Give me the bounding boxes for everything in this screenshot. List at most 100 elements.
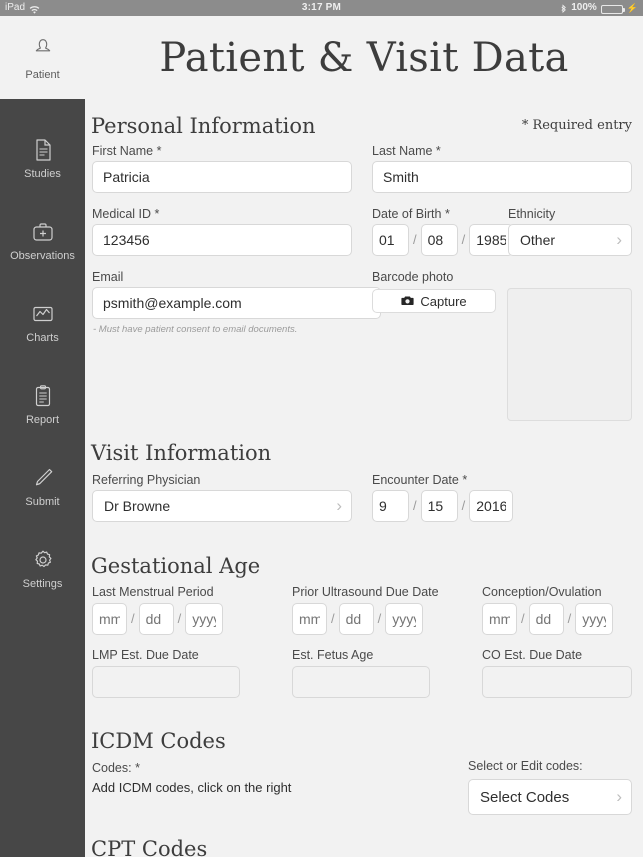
section-title-cpt-codes: CPT Codes — [91, 837, 208, 857]
chevron-right-icon: › — [616, 787, 622, 806]
sidebar-item-observations[interactable]: Observations — [0, 199, 85, 281]
sidebar-item-studies[interactable]: Studies — [0, 117, 85, 199]
ipad-screen: iPad 3:17 PM 100% ⚡ Patient Patient & Vi… — [0, 0, 643, 857]
sidebar: Studies Observations Charts Report Submi… — [0, 99, 85, 857]
prior-ultrasound-due-date-label: Prior Ultrasound Due Date — [292, 585, 439, 599]
first-name-input[interactable] — [92, 161, 352, 193]
sidebar-item-patient[interactable]: Patient — [0, 16, 85, 99]
referring-physician-label: Referring Physician — [92, 473, 201, 487]
patient-tab-label: Patient — [25, 68, 60, 81]
barcode-photo-label: Barcode photo — [372, 270, 454, 284]
battery-percent: 100% — [571, 2, 597, 13]
conception-day-input[interactable] — [528, 603, 564, 635]
prior-ultrasound-date-group: / / — [292, 603, 424, 635]
est-fetus-age-input[interactable] — [292, 666, 430, 698]
medical-bag-icon — [30, 219, 56, 245]
lmp-day-input[interactable] — [138, 603, 174, 635]
lmp-separator-1: / — [131, 611, 135, 626]
required-entry-note: * Required entry — [521, 118, 632, 133]
co-est-due-date-input[interactable] — [482, 666, 632, 698]
sidebar-item-label: Report — [25, 413, 60, 426]
sidebar-item-label: Studies — [24, 167, 61, 180]
dob-month-input[interactable] — [372, 224, 409, 256]
email-input[interactable] — [92, 287, 381, 319]
form-content: Personal Information * Required entry Fi… — [85, 99, 643, 857]
conception-separator-2: / — [567, 611, 572, 626]
select-codes-button[interactable]: Select Codes › — [468, 779, 632, 815]
encounter-month-input[interactable] — [372, 490, 409, 522]
barcode-photo-preview[interactable] — [507, 288, 632, 421]
select-codes-value: Select Codes — [480, 788, 570, 806]
prior-us-month-input[interactable] — [292, 603, 327, 635]
clock: 3:17 PM — [301, 2, 342, 13]
lmp-year-input[interactable] — [185, 603, 224, 635]
co-est-due-date-label: CO Est. Due Date — [482, 648, 583, 662]
conception-ovulation-label: Conception/Ovulation — [482, 585, 602, 599]
clipboard-icon — [30, 383, 56, 409]
sidebar-item-label: Submit — [25, 495, 60, 508]
dob-separator-1: / — [413, 232, 417, 247]
last-menstrual-period-label: Last Menstrual Period — [92, 585, 214, 599]
sidebar-item-submit[interactable]: Submit — [0, 445, 85, 527]
encounter-separator-1: / — [413, 498, 417, 513]
prior-us-separator-2: / — [377, 611, 382, 626]
encounter-separator-2: / — [461, 498, 466, 513]
date-of-birth-group: / / — [372, 224, 514, 256]
encounter-day-input[interactable] — [420, 490, 458, 522]
sidebar-item-label: Observations — [10, 249, 75, 262]
camera-icon — [401, 294, 414, 309]
dob-day-input[interactable] — [420, 224, 458, 256]
lmp-date-group: / / — [92, 603, 224, 635]
medical-id-label: Medical ID * — [92, 207, 160, 221]
lmp-month-input[interactable] — [92, 603, 127, 635]
bluetooth-icon — [560, 3, 567, 15]
pencil-icon — [30, 465, 56, 491]
ethnicity-label: Ethnicity — [508, 207, 556, 221]
dob-year-input[interactable] — [469, 224, 514, 256]
person-icon — [30, 35, 56, 66]
referring-physician-select[interactable]: Dr Browne › — [92, 490, 352, 522]
gear-icon — [30, 547, 56, 573]
email-label: Email — [92, 270, 124, 284]
chevron-right-icon: › — [336, 496, 342, 515]
sidebar-item-label: Charts — [26, 331, 59, 344]
lightning-bolt-icon: ⚡ — [626, 3, 638, 13]
chevron-right-icon: › — [616, 230, 622, 249]
select-edit-codes-label: Select or Edit codes: — [468, 759, 583, 773]
sidebar-item-report[interactable]: Report — [0, 363, 85, 445]
section-title-icdm-codes: ICDM Codes — [91, 729, 226, 753]
prior-us-separator-1: / — [331, 611, 335, 626]
dob-separator-2: / — [461, 232, 466, 247]
icdm-codes-label: Codes: * — [92, 761, 140, 775]
capture-label: Capture — [420, 293, 467, 309]
conception-year-input[interactable] — [575, 603, 614, 635]
last-name-input[interactable] — [372, 161, 632, 193]
battery-full-icon — [600, 4, 625, 14]
conception-date-group: / / — [482, 603, 614, 635]
email-consent-hint: - Must have patient consent to email doc… — [93, 324, 298, 335]
encounter-year-input[interactable] — [469, 490, 514, 522]
last-name-label: Last Name * — [372, 144, 441, 158]
prior-us-day-input[interactable] — [338, 603, 374, 635]
status-bar-right: 100% ⚡ — [560, 0, 638, 16]
capture-button[interactable]: Capture — [372, 289, 496, 313]
document-icon — [30, 137, 56, 163]
ethnicity-select[interactable]: Other › — [508, 224, 632, 256]
date-of-birth-label: Date of Birth * — [372, 207, 450, 221]
sidebar-item-label: Settings — [22, 577, 63, 590]
encounter-date-label: Encounter Date * — [372, 473, 468, 487]
top-bar: Patient Patient & Visit Data — [0, 16, 643, 99]
prior-us-year-input[interactable] — [385, 603, 424, 635]
medical-id-input[interactable] — [92, 224, 352, 256]
section-title-personal-information: Personal Information — [91, 114, 316, 138]
section-title-visit-information: Visit Information — [91, 441, 272, 465]
sidebar-item-charts[interactable]: Charts — [0, 281, 85, 363]
icdm-codes-instruction: Add ICDM codes, click on the right — [92, 780, 292, 795]
conception-month-input[interactable] — [482, 603, 517, 635]
lmp-est-due-date-input[interactable] — [92, 666, 240, 698]
sidebar-item-settings[interactable]: Settings — [0, 527, 85, 609]
line-chart-icon — [30, 301, 56, 327]
first-name-label: First Name * — [92, 144, 162, 158]
referring-physician-value: Dr Browne — [104, 498, 171, 514]
lmp-est-due-date-label: LMP Est. Due Date — [92, 648, 199, 662]
